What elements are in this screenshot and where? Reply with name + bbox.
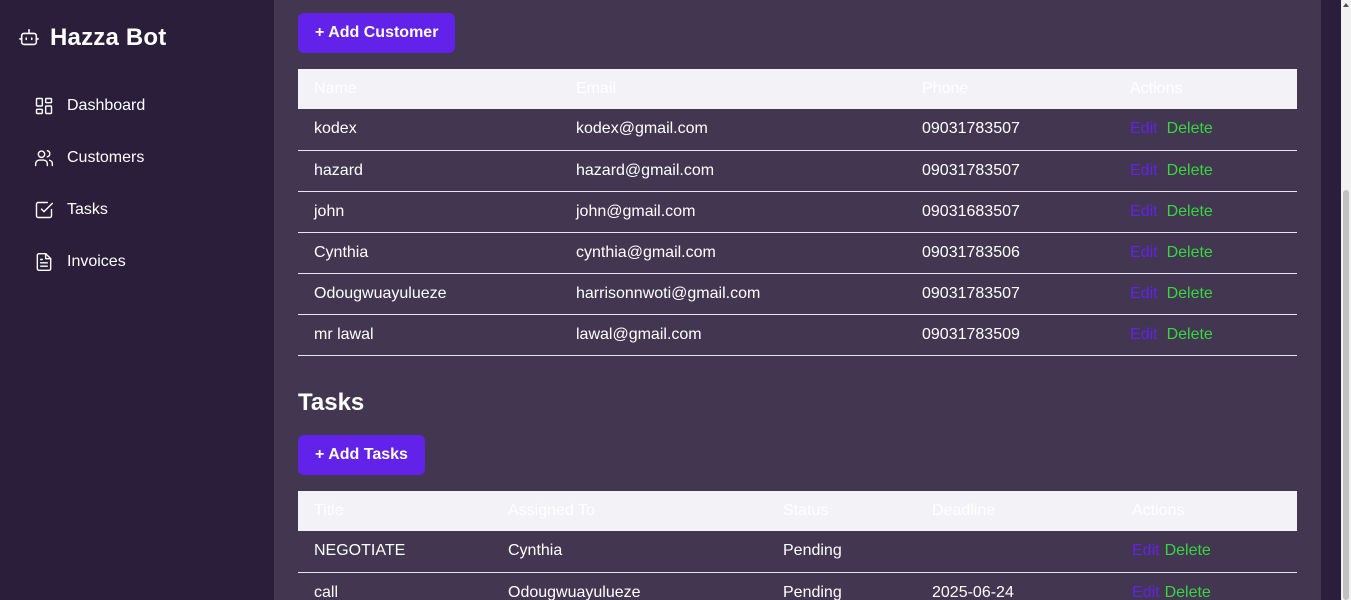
row-actions: Edit Delete [1114,191,1297,232]
delete-button[interactable]: Delete [1167,244,1213,261]
task-assigned-to: Cynthia [508,542,563,560]
customer-phone: 09031783506 [922,243,1020,261]
delete-button[interactable]: Delete [1167,285,1213,302]
sidebar-item-label: Invoices [67,253,126,270]
table-row: Odougwuayulueze harrisonnwoti@gmail.com … [298,273,1297,314]
row-actions: Edit Delete [1116,572,1297,600]
dashboard-icon [34,96,54,116]
row-actions: Edit Delete [1114,232,1297,273]
scrollbar[interactable] [1341,0,1351,600]
customer-phone: 09031783509 [922,325,1020,343]
customer-phone: 09031683507 [922,202,1020,220]
edit-button[interactable]: Edit [1132,542,1160,559]
delete-button[interactable]: Delete [1167,203,1213,220]
sidebar-item-tasks[interactable]: Tasks [34,196,145,224]
customer-name: mr lawal [314,325,374,343]
robot-icon [18,27,40,49]
task-deadline [916,531,1116,572]
delete-button[interactable]: Delete [1165,584,1211,600]
task-title: NEGOTIATE [314,542,406,560]
row-actions: Edit Delete [1114,109,1297,150]
column-header-name: Name [314,80,357,97]
sidebar: Hazza Bot Dashboard Customers Tasks Invo… [0,0,274,600]
table-header-row: Title Assigned To Status Deadline Action… [298,491,1297,531]
customer-email: cynthia@gmail.com [576,243,716,261]
row-actions: Edit Delete [1114,273,1297,314]
scroll-up-arrow-icon[interactable] [1343,3,1349,7]
column-header-actions: Actions [1132,502,1185,519]
customer-phone: 09031783507 [922,284,1020,302]
table-row: NEGOTIATE Cynthia Pending Edit Delete [298,531,1297,572]
row-actions: Edit Delete [1116,531,1297,572]
edit-button[interactable]: Edit [1132,584,1160,600]
edit-button[interactable]: Edit [1130,244,1158,261]
column-header-phone: Phone [922,80,969,97]
table-row: hazard hazard@gmail.com 09031783507 Edit… [298,150,1297,191]
customer-email: john@gmail.com [576,202,696,220]
main-content: + Add Customer Name Email Phone Actions … [274,0,1321,600]
table-row: john john@gmail.com 09031683507 Edit Dele… [298,191,1297,232]
delete-button[interactable]: Delete [1167,162,1213,179]
delete-button[interactable]: Delete [1165,542,1211,559]
add-tasks-button[interactable]: + Add Tasks [298,435,425,475]
table-row: Cynthia cynthia@gmail.com 09031783506 Ed… [298,232,1297,273]
customer-name: hazard [314,161,363,179]
sidebar-item-customers[interactable]: Customers [34,144,145,172]
row-actions: Edit Delete [1114,314,1297,355]
customer-email: kodex@gmail.com [576,120,708,138]
customer-email: harrisonnwoti@gmail.com [576,284,761,302]
column-header-email: Email [576,80,617,97]
task-deadline: 2025-06-24 [932,583,1014,600]
customer-email: hazard@gmail.com [576,161,715,179]
checkbox-icon [34,200,54,220]
table-row: call Odougwuayulueze Pending 2025-06-24 … [298,572,1297,600]
table-row: kodex kodex@gmail.com 09031783507 Edit De… [298,109,1297,150]
edit-button[interactable]: Edit [1130,203,1158,220]
edit-button[interactable]: Edit [1130,285,1158,302]
app-title: Hazza Bot [50,24,167,51]
column-header-actions: Actions [1130,80,1183,97]
customer-name: kodex [314,120,357,138]
column-header-title: Title [314,502,344,519]
users-icon [34,148,54,168]
customers-table: Name Email Phone Actions kodex kodex@gma… [298,69,1297,356]
customer-email: lawal@gmail.com [576,325,702,343]
tasks-section-title: Tasks [298,389,365,416]
table-header-row: Name Email Phone Actions [298,69,1297,109]
right-gutter [1321,0,1341,600]
customer-phone: 09031783507 [922,161,1020,179]
column-header-assigned-to: Assigned To [508,502,595,519]
sidebar-item-label: Tasks [67,201,108,218]
sidebar-item-invoices[interactable]: Invoices [34,248,145,276]
row-actions: Edit Delete [1114,150,1297,191]
sidebar-item-label: Dashboard [67,97,146,114]
task-status: Pending [783,542,842,560]
customer-name: Odougwuayulueze [314,284,447,302]
delete-button[interactable]: Delete [1167,326,1213,343]
edit-button[interactable]: Edit [1130,326,1158,343]
brand: Hazza Bot [18,24,166,52]
document-icon [34,252,54,272]
edit-button[interactable]: Edit [1130,120,1158,137]
edit-button[interactable]: Edit [1130,162,1158,179]
add-customer-button[interactable]: + Add Customer [298,13,456,53]
task-title: call [314,583,339,600]
sidebar-nav: Dashboard Customers Tasks Invoices [34,92,145,300]
sidebar-item-dashboard[interactable]: Dashboard [34,92,145,120]
task-status: Pending [783,583,842,600]
delete-button[interactable]: Delete [1167,120,1213,137]
tasks-table: Title Assigned To Status Deadline Action… [298,491,1297,600]
column-header-status: Status [783,502,829,519]
task-assigned-to: Odougwuayulueze [508,583,641,600]
customer-name: Cynthia [314,243,369,261]
column-header-deadline: Deadline [932,502,996,519]
customer-phone: 09031783507 [922,120,1020,138]
customer-name: john [314,202,345,220]
scrollbar-thumb[interactable] [1343,190,1349,600]
sidebar-item-label: Customers [67,149,145,166]
table-row: mr lawal lawal@gmail.com 09031783509 Edi… [298,314,1297,355]
